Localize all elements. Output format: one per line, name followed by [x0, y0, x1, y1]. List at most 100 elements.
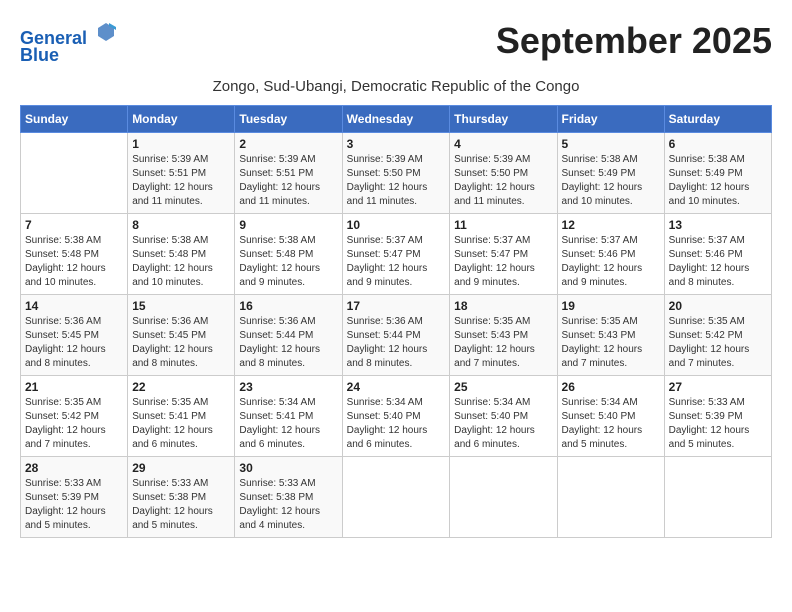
calendar-cell: 12Sunrise: 5:37 AMSunset: 5:46 PMDayligh…	[557, 213, 664, 294]
day-number: 5	[562, 137, 660, 151]
day-number: 30	[239, 461, 337, 475]
calendar-cell: 5 Sunrise: 5:38 AMSunset: 5:49 PMDaylight…	[557, 132, 664, 213]
day-info: Sunrise: 5:34 AMSunset: 5:40 PMDaylight:…	[347, 396, 446, 452]
day-number: 15	[132, 299, 230, 313]
day-header-monday: Monday	[128, 105, 235, 132]
day-header-wednesday: Wednesday	[342, 105, 450, 132]
calendar-cell	[450, 456, 557, 537]
day-number: 10	[347, 218, 446, 232]
calendar-cell: 16 Sunrise: 5:36 AMSunset: 5:44 PMDayligh…	[235, 294, 342, 375]
calendar-cell: 14 Sunrise: 5:36 AMSunset: 5:45 PMDayligh…	[21, 294, 128, 375]
day-number: 3	[347, 137, 446, 151]
day-info: Sunrise: 5:36 AMSunset: 5:44 PMDaylight:…	[239, 315, 337, 371]
calendar-cell: 15Sunrise: 5:36 AMSunset: 5:45 PMDayligh…	[128, 294, 235, 375]
calendar-cell: 30 Sunrise: 5:33 AMSunset: 5:38 PMDayligh…	[235, 456, 342, 537]
day-number: 16	[239, 299, 337, 313]
calendar-cell	[21, 132, 128, 213]
calendar-cell: 4 Sunrise: 5:39 AMSunset: 5:50 PMDaylight…	[450, 132, 557, 213]
calendar-cell: 24 Sunrise: 5:34 AMSunset: 5:40 PMDayligh…	[342, 375, 450, 456]
calendar-table: SundayMondayTuesdayWednesdayThursdayFrid…	[20, 105, 772, 538]
day-number: 25	[454, 380, 552, 394]
calendar-cell: 13Sunrise: 5:37 AMSunset: 5:46 PMDayligh…	[664, 213, 771, 294]
day-number: 22	[132, 380, 230, 394]
day-info: Sunrise: 5:33 AMSunset: 5:39 PMDaylight:…	[669, 396, 767, 452]
day-number: 23	[239, 380, 337, 394]
day-number: 24	[347, 380, 446, 394]
calendar-cell: 10 Sunrise: 5:37 AMSunset: 5:47 PMDayligh…	[342, 213, 450, 294]
day-info: Sunrise: 5:36 AMSunset: 5:44 PMDaylight:…	[347, 315, 446, 371]
day-info: Sunrise: 5:38 AMSunset: 5:49 PMDaylight:…	[669, 153, 767, 209]
day-info: Sunrise: 5:37 AMSunset: 5:47 PMDaylight:…	[454, 234, 552, 290]
day-info: Sunrise: 5:38 AMSunset: 5:49 PMDaylight:…	[562, 153, 660, 209]
day-number: 9	[239, 218, 337, 232]
calendar-cell: 22 Sunrise: 5:35 AMSunset: 5:41 PMDayligh…	[128, 375, 235, 456]
day-number: 20	[669, 299, 767, 313]
calendar-cell: 28 Sunrise: 5:33 AMSunset: 5:39 PMDayligh…	[21, 456, 128, 537]
day-info: Sunrise: 5:38 AMSunset: 5:48 PMDaylight:…	[132, 234, 230, 290]
day-info: Sunrise: 5:33 AMSunset: 5:39 PMDaylight:…	[25, 477, 123, 533]
calendar-cell: 1 Sunrise: 5:39 AMSunset: 5:51 PMDaylight…	[128, 132, 235, 213]
day-number: 8	[132, 218, 230, 232]
day-info: Sunrise: 5:33 AMSunset: 5:38 PMDaylight:…	[239, 477, 337, 533]
day-number: 4	[454, 137, 552, 151]
day-info: Sunrise: 5:35 AMSunset: 5:43 PMDaylight:…	[562, 315, 660, 371]
day-number: 28	[25, 461, 123, 475]
day-header-thursday: Thursday	[450, 105, 557, 132]
day-info: Sunrise: 5:35 AMSunset: 5:43 PMDaylight:…	[454, 315, 552, 371]
day-header-tuesday: Tuesday	[235, 105, 342, 132]
calendar-cell	[664, 456, 771, 537]
day-info: Sunrise: 5:37 AMSunset: 5:46 PMDaylight:…	[669, 234, 767, 290]
calendar-cell: 29 Sunrise: 5:33 AMSunset: 5:38 PMDayligh…	[128, 456, 235, 537]
day-info: Sunrise: 5:35 AMSunset: 5:42 PMDaylight:…	[669, 315, 767, 371]
calendar-cell: 3 Sunrise: 5:39 AMSunset: 5:50 PMDaylight…	[342, 132, 450, 213]
day-info: Sunrise: 5:35 AMSunset: 5:41 PMDaylight:…	[132, 396, 230, 452]
day-number: 14	[25, 299, 123, 313]
day-number: 21	[25, 380, 123, 394]
day-info: Sunrise: 5:33 AMSunset: 5:38 PMDaylight:…	[132, 477, 230, 533]
day-header-saturday: Saturday	[664, 105, 771, 132]
day-info: Sunrise: 5:34 AMSunset: 5:41 PMDaylight:…	[239, 396, 337, 452]
day-info: Sunrise: 5:35 AMSunset: 5:42 PMDaylight:…	[25, 396, 123, 452]
day-info: Sunrise: 5:38 AMSunset: 5:48 PMDaylight:…	[25, 234, 123, 290]
day-header-friday: Friday	[557, 105, 664, 132]
day-number: 29	[132, 461, 230, 475]
day-header-sunday: Sunday	[21, 105, 128, 132]
day-info: Sunrise: 5:34 AMSunset: 5:40 PMDaylight:…	[454, 396, 552, 452]
day-number: 12	[562, 218, 660, 232]
logo: General Blue	[20, 20, 118, 66]
location-title: Zongo, Sud-Ubangi, Democratic Republic o…	[20, 78, 772, 95]
day-number: 11	[454, 218, 552, 232]
calendar-cell: 20 Sunrise: 5:35 AMSunset: 5:42 PMDayligh…	[664, 294, 771, 375]
day-info: Sunrise: 5:37 AMSunset: 5:47 PMDaylight:…	[347, 234, 446, 290]
calendar-cell: 2 Sunrise: 5:39 AMSunset: 5:51 PMDaylight…	[235, 132, 342, 213]
day-number: 27	[669, 380, 767, 394]
day-info: Sunrise: 5:39 AMSunset: 5:50 PMDaylight:…	[347, 153, 446, 209]
day-number: 1	[132, 137, 230, 151]
day-info: Sunrise: 5:34 AMSunset: 5:40 PMDaylight:…	[562, 396, 660, 452]
month-title: September 2025	[496, 20, 772, 62]
day-number: 17	[347, 299, 446, 313]
day-info: Sunrise: 5:39 AMSunset: 5:50 PMDaylight:…	[454, 153, 552, 209]
calendar-cell: 23 Sunrise: 5:34 AMSunset: 5:41 PMDayligh…	[235, 375, 342, 456]
day-number: 19	[562, 299, 660, 313]
day-number: 7	[25, 218, 123, 232]
day-number: 2	[239, 137, 337, 151]
calendar-cell: 25 Sunrise: 5:34 AMSunset: 5:40 PMDayligh…	[450, 375, 557, 456]
calendar-cell: 11 Sunrise: 5:37 AMSunset: 5:47 PMDayligh…	[450, 213, 557, 294]
calendar-cell: 8 Sunrise: 5:38 AMSunset: 5:48 PMDaylight…	[128, 213, 235, 294]
day-number: 26	[562, 380, 660, 394]
day-info: Sunrise: 5:36 AMSunset: 5:45 PMDaylight:…	[25, 315, 123, 371]
day-info: Sunrise: 5:39 AMSunset: 5:51 PMDaylight:…	[239, 153, 337, 209]
calendar-cell: 7 Sunrise: 5:38 AMSunset: 5:48 PMDaylight…	[21, 213, 128, 294]
calendar-cell: 6 Sunrise: 5:38 AMSunset: 5:49 PMDaylight…	[664, 132, 771, 213]
calendar-cell: 17 Sunrise: 5:36 AMSunset: 5:44 PMDayligh…	[342, 294, 450, 375]
calendar-cell: 9 Sunrise: 5:38 AMSunset: 5:48 PMDaylight…	[235, 213, 342, 294]
calendar-cell: 26 Sunrise: 5:34 AMSunset: 5:40 PMDayligh…	[557, 375, 664, 456]
day-info: Sunrise: 5:39 AMSunset: 5:51 PMDaylight:…	[132, 153, 230, 209]
calendar-cell: 21 Sunrise: 5:35 AMSunset: 5:42 PMDayligh…	[21, 375, 128, 456]
calendar-cell: 19 Sunrise: 5:35 AMSunset: 5:43 PMDayligh…	[557, 294, 664, 375]
day-info: Sunrise: 5:38 AMSunset: 5:48 PMDaylight:…	[239, 234, 337, 290]
calendar-cell: 18Sunrise: 5:35 AMSunset: 5:43 PMDayligh…	[450, 294, 557, 375]
calendar-cell	[342, 456, 450, 537]
day-number: 6	[669, 137, 767, 151]
